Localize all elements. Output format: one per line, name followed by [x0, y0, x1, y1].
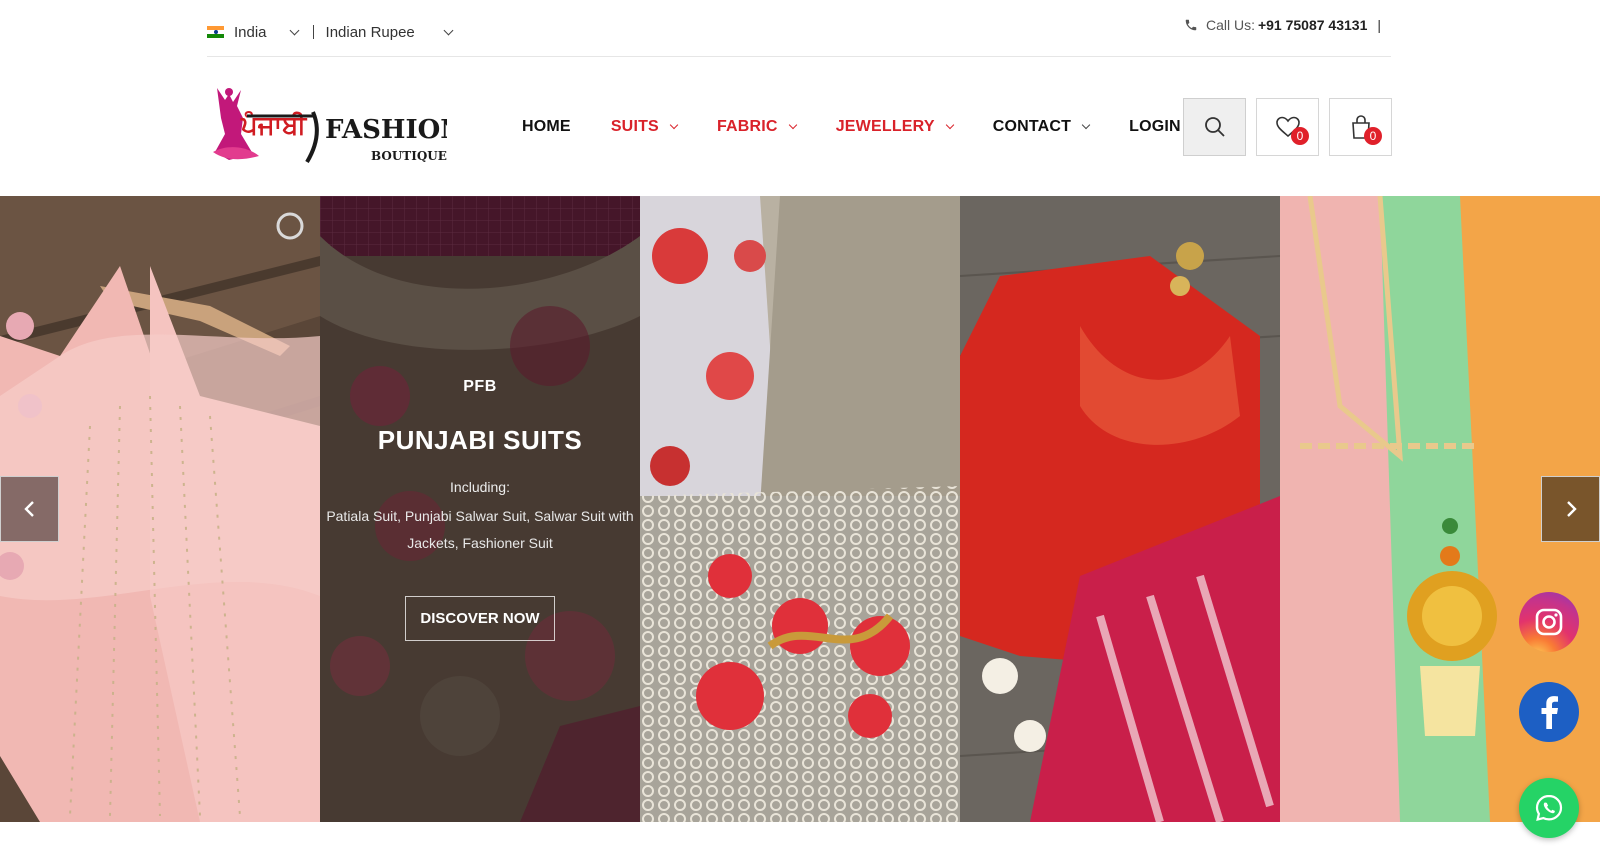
- hero-subtitle: Including:: [450, 479, 510, 495]
- discover-now-button[interactable]: DISCOVER NOW: [405, 596, 555, 641]
- nav-label: CONTACT: [992, 118, 1072, 135]
- logo-wordmark: FASHION: [325, 115, 447, 145]
- call-us-label: Call Us:: [1205, 17, 1255, 33]
- phone-icon: [1185, 19, 1197, 31]
- search-button[interactable]: [1183, 98, 1246, 156]
- instagram-icon: [1535, 608, 1563, 636]
- nav-fabric[interactable]: FABRIC: [716, 118, 797, 136]
- hero-panel-red-blouse[interactable]: [960, 196, 1280, 822]
- call-us: Call Us: +91 75087 43131 |: [1184, 17, 1381, 33]
- locale-selector[interactable]: India Indian Rupee: [207, 22, 454, 42]
- nav-home[interactable]: HOME: [522, 118, 571, 136]
- cart-button[interactable]: 0: [1329, 98, 1392, 156]
- nav-jewellery[interactable]: JEWELLERY: [835, 118, 954, 136]
- chevron-down-icon: [788, 120, 797, 130]
- chevron-right-icon: [1566, 501, 1577, 517]
- country-select[interactable]: India: [234, 24, 267, 41]
- chevron-down-icon[interactable]: [289, 25, 299, 35]
- site-logo[interactable]: ਪੰਜਾਬੀ FASHION BOUTIQUE: [207, 82, 464, 170]
- hero-slider: PFB PUNJABI SUITS Including: Patiala Sui…: [0, 196, 1600, 822]
- whatsapp-icon: [1535, 794, 1563, 821]
- nav-label: SUITS: [610, 118, 659, 135]
- nav-login[interactable]: LOGIN: [1129, 118, 1181, 136]
- hero-title: PUNJABI SUITS: [377, 425, 583, 455]
- floral-net-image: [640, 196, 960, 822]
- hero-panel-floral-net[interactable]: [640, 196, 960, 822]
- wishlist-button[interactable]: 0: [1256, 98, 1319, 156]
- hero-kicker: PFB: [463, 378, 497, 395]
- top-bar: India Indian Rupee Call Us: +91 75087 43…: [207, 0, 1391, 57]
- chevron-down-icon: [669, 120, 679, 130]
- divider: [312, 25, 314, 39]
- chevron-down-icon: [1081, 120, 1091, 130]
- whatsapp-button[interactable]: [1519, 778, 1579, 838]
- slider-next-button[interactable]: [1541, 476, 1600, 542]
- facebook-button[interactable]: [1519, 682, 1579, 742]
- nav-label: JEWELLERY: [835, 118, 935, 135]
- nav-label: LOGIN: [1129, 118, 1181, 135]
- slider-prev-button[interactable]: [0, 476, 59, 542]
- chevron-down-icon[interactable]: [443, 25, 454, 35]
- wishlist-count-badge: 0: [1291, 127, 1309, 145]
- currency-select[interactable]: Indian Rupee: [325, 23, 454, 41]
- search-icon: [1204, 117, 1225, 137]
- divider: |: [1377, 17, 1381, 33]
- facebook-icon: [1541, 696, 1558, 729]
- phone-number[interactable]: +91 75087 43131: [1258, 17, 1367, 33]
- nav-contact[interactable]: CONTACT: [992, 118, 1091, 136]
- red-blouse-image: [960, 196, 1280, 822]
- instagram-button[interactable]: [1519, 592, 1579, 652]
- nav-label: HOME: [522, 118, 571, 135]
- hero-description: Patiala Suit, Punjabi Salwar Suit, Salwa…: [326, 508, 634, 551]
- india-flag-icon: [207, 26, 224, 38]
- hero-caption: PFB PUNJABI SUITS Including: Patiala Sui…: [320, 196, 640, 822]
- cart-count-badge: 0: [1364, 127, 1382, 145]
- main-nav: HOME SUITS FABRIC JEWELLERY CONTACT LOGI…: [522, 112, 1221, 142]
- nav-label: FABRIC: [716, 118, 778, 135]
- chevron-down-icon: [945, 120, 954, 130]
- chevron-left-icon: [23, 501, 34, 517]
- nav-suits[interactable]: SUITS: [610, 118, 679, 136]
- currency-label: Indian Rupee: [325, 23, 415, 41]
- logo-sub: BOUTIQUE: [371, 149, 447, 163]
